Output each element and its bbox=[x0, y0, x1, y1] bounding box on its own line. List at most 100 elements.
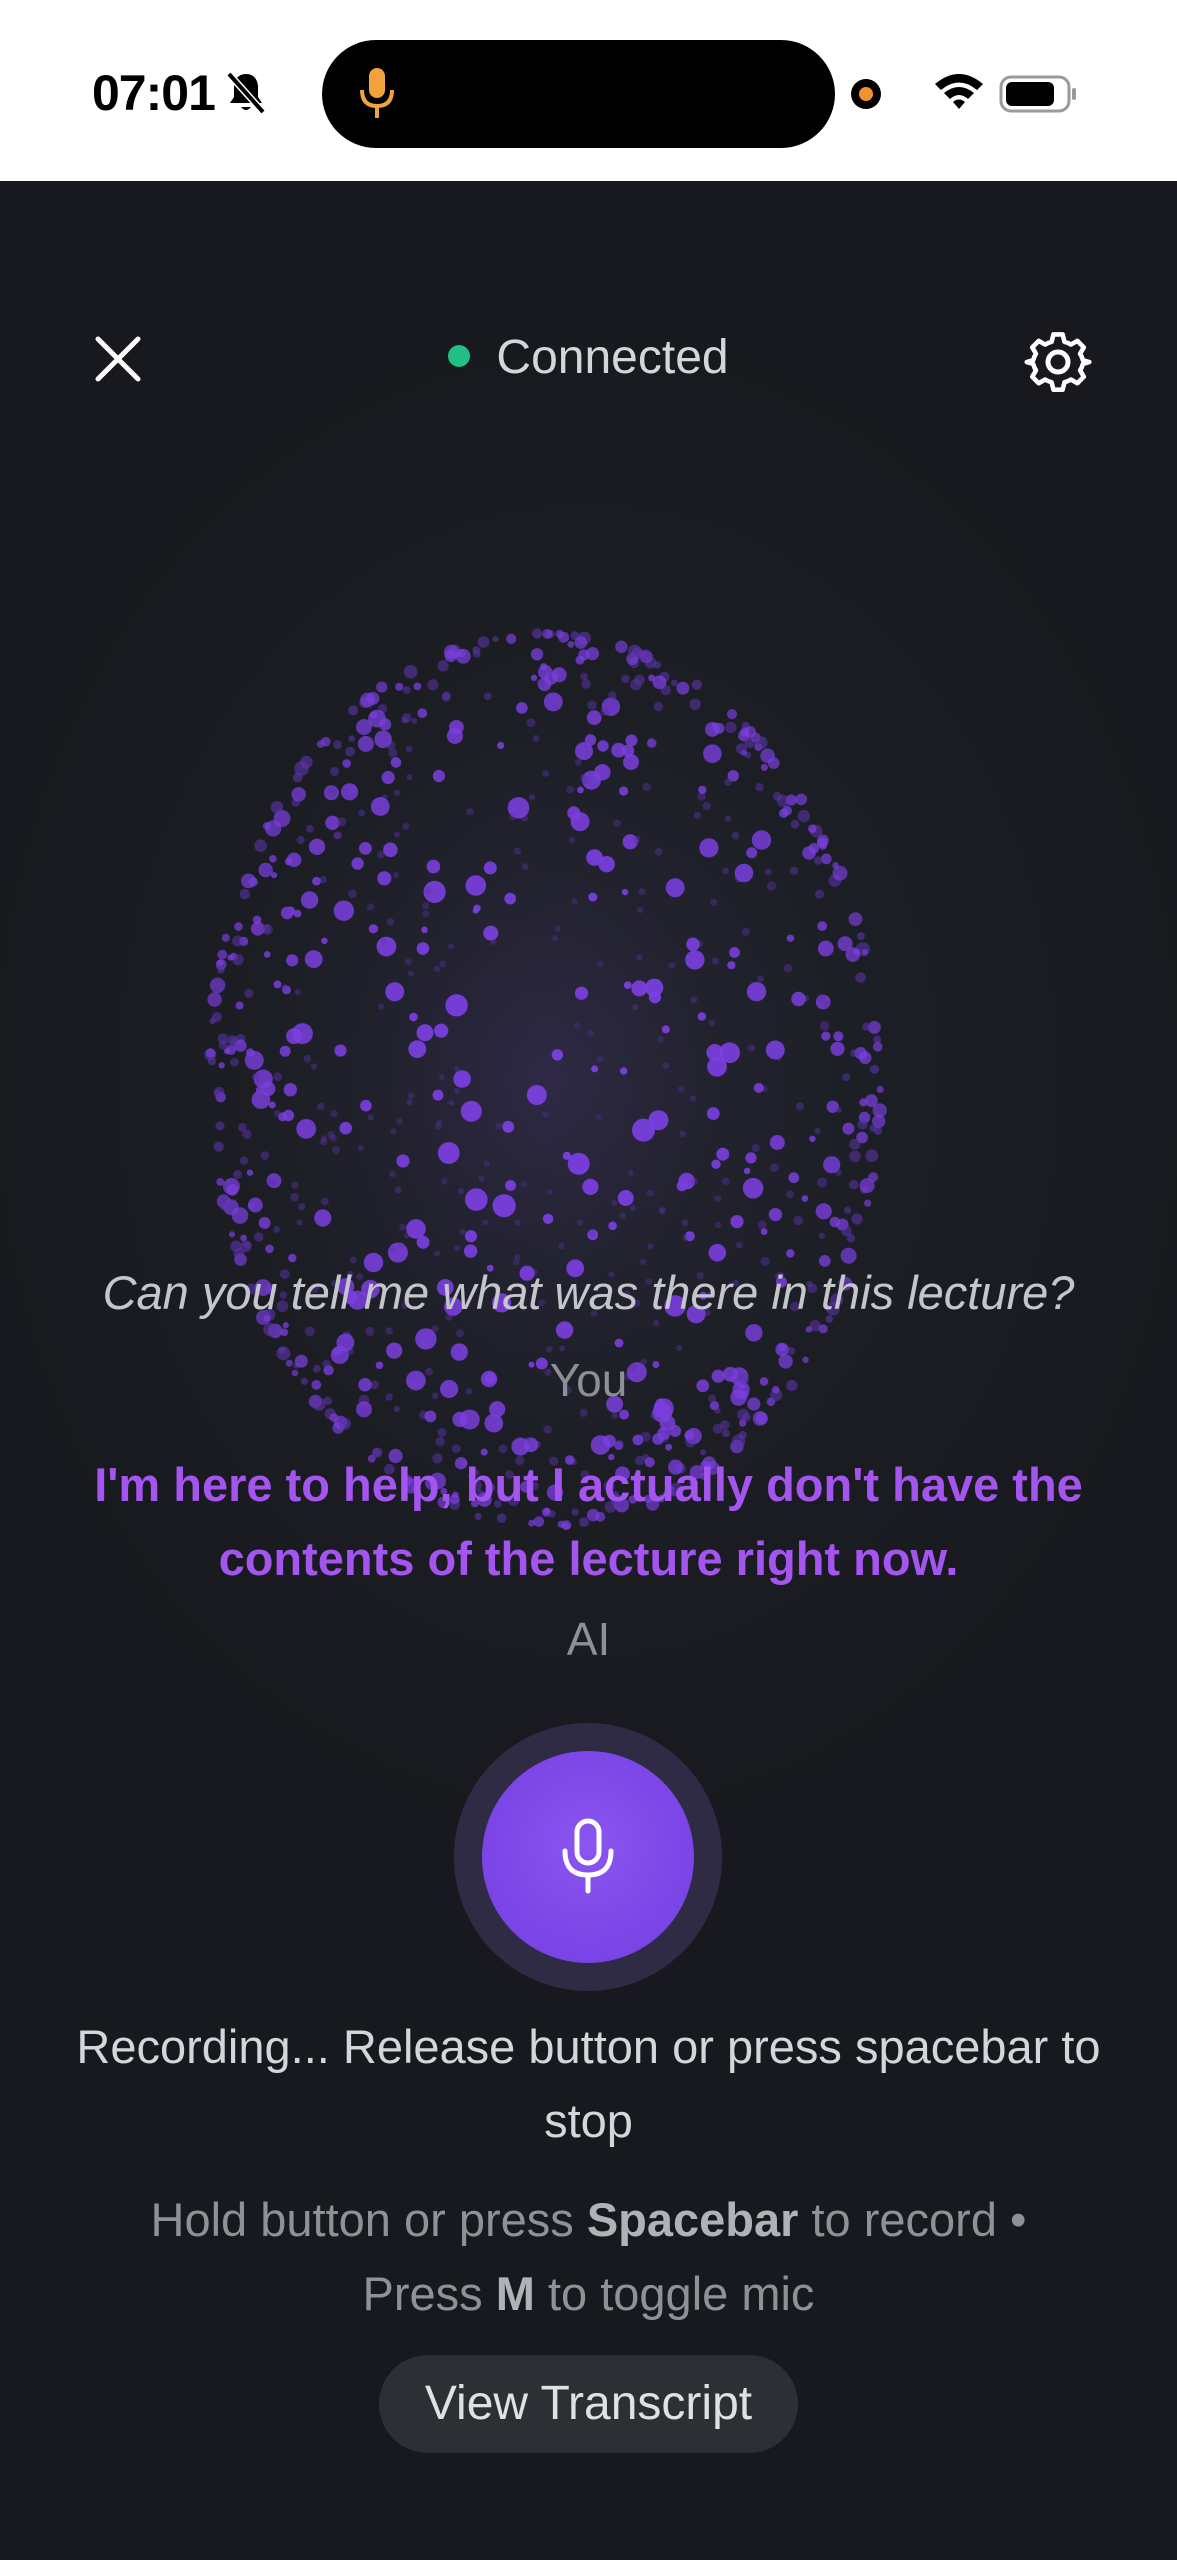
sphere-particle bbox=[722, 1177, 730, 1186]
record-button[interactable] bbox=[482, 1751, 694, 1963]
sphere-particle bbox=[821, 1031, 831, 1041]
sphere-particle bbox=[378, 1003, 385, 1010]
sphere-particle bbox=[849, 1150, 861, 1163]
sphere-particle bbox=[254, 1232, 264, 1242]
sphere-particle bbox=[633, 835, 641, 844]
sphere-particle bbox=[213, 1089, 221, 1097]
sphere-particle bbox=[441, 1178, 448, 1185]
sphere-particle bbox=[653, 661, 661, 669]
sphere-particle bbox=[818, 1232, 825, 1239]
sphere-particle bbox=[542, 770, 549, 777]
sphere-particle bbox=[327, 1131, 335, 1139]
sphere-particle bbox=[837, 936, 853, 952]
sphere-particle bbox=[526, 1085, 547, 1105]
sphere-particle bbox=[403, 686, 411, 694]
sphere-particle bbox=[579, 1408, 588, 1417]
sphere-particle bbox=[588, 892, 598, 902]
sphere-particle bbox=[619, 1409, 630, 1420]
sphere-particle bbox=[279, 1045, 291, 1057]
sphere-particle bbox=[805, 1326, 813, 1333]
status-time: 07:01 bbox=[92, 65, 216, 121]
sphere-particle bbox=[273, 1226, 280, 1233]
sphere-particle bbox=[855, 972, 866, 983]
sphere-particle bbox=[282, 1322, 289, 1329]
sphere-particle bbox=[506, 633, 517, 644]
sphere-particle bbox=[676, 1344, 683, 1351]
sphere-particle bbox=[385, 982, 405, 1002]
sphere-particle bbox=[558, 1242, 565, 1250]
sphere-particle bbox=[454, 1245, 460, 1252]
sphere-particle bbox=[722, 867, 729, 875]
view-transcript-button[interactable]: View Transcript bbox=[379, 2355, 798, 2453]
sphere-particle bbox=[707, 1056, 727, 1077]
sphere-particle bbox=[234, 922, 243, 931]
connection-status: Connected bbox=[0, 330, 1177, 385]
sphere-particle bbox=[542, 1213, 554, 1224]
sphere-particle bbox=[273, 980, 282, 989]
sphere-particle bbox=[567, 641, 575, 648]
sphere-particle bbox=[808, 824, 817, 833]
sphere-particle bbox=[332, 1146, 340, 1155]
sphere-particle bbox=[244, 988, 254, 998]
sphere-particle bbox=[726, 709, 738, 720]
sphere-particle bbox=[299, 755, 313, 769]
sphere-particle bbox=[652, 675, 667, 690]
sphere-particle bbox=[636, 954, 643, 961]
sphere-particle bbox=[416, 1024, 434, 1042]
sphere-particle bbox=[869, 1064, 880, 1074]
sphere-particle bbox=[398, 1242, 405, 1249]
sphere-particle bbox=[306, 824, 314, 833]
sphere-particle bbox=[233, 1170, 242, 1179]
sphere-particle bbox=[818, 1324, 828, 1334]
sphere-particle bbox=[453, 1070, 471, 1088]
sphere-particle bbox=[405, 745, 413, 753]
sphere-particle bbox=[421, 926, 428, 934]
sphere-particle bbox=[492, 1194, 516, 1218]
sphere-particle bbox=[608, 1221, 617, 1231]
sphere-particle bbox=[221, 933, 230, 942]
sphere-particle bbox=[677, 1085, 685, 1093]
sphere-particle bbox=[396, 1154, 410, 1168]
sphere-particle bbox=[629, 1204, 636, 1212]
sphere-particle bbox=[389, 1170, 396, 1178]
sphere-particle bbox=[567, 1152, 590, 1175]
sphere-particle bbox=[632, 1434, 644, 1446]
sphere-particle bbox=[757, 1220, 767, 1229]
gear-icon[interactable] bbox=[1024, 328, 1092, 396]
sphere-particle bbox=[406, 774, 413, 780]
sphere-particle bbox=[865, 1149, 879, 1163]
sphere-particle bbox=[791, 991, 806, 1007]
sphere-particle bbox=[504, 892, 516, 905]
sphere-particle bbox=[769, 1135, 785, 1150]
sphere-particle bbox=[587, 1030, 594, 1037]
sphere-particle bbox=[776, 794, 789, 807]
sphere-particle bbox=[623, 754, 639, 770]
sphere-particle bbox=[320, 1197, 329, 1206]
sphere-particle bbox=[434, 1023, 449, 1038]
sphere-particle bbox=[647, 1243, 654, 1250]
sphere-particle bbox=[681, 1219, 689, 1227]
sphere-particle bbox=[594, 764, 611, 781]
sphere-particle bbox=[251, 1090, 271, 1109]
sphere-particle bbox=[270, 801, 284, 814]
sphere-particle bbox=[679, 1130, 686, 1138]
sphere-particle bbox=[267, 1177, 278, 1187]
sphere-particle bbox=[342, 759, 351, 768]
sphere-particle bbox=[706, 1107, 720, 1120]
sphere-particle bbox=[211, 1012, 222, 1022]
sphere-particle bbox=[285, 907, 292, 914]
sphere-particle bbox=[657, 1036, 664, 1043]
sphere-particle bbox=[876, 1085, 884, 1094]
sphere-particle bbox=[760, 763, 768, 771]
sphere-particle bbox=[483, 925, 499, 941]
sphere-particle bbox=[213, 1141, 224, 1152]
sphere-particle bbox=[690, 1177, 698, 1185]
sphere-particle bbox=[520, 1181, 527, 1188]
sphere-particle bbox=[296, 1219, 303, 1226]
sphere-particle bbox=[408, 1040, 427, 1058]
sphere-particle bbox=[566, 785, 574, 794]
sphere-particle bbox=[753, 1082, 764, 1093]
sphere-particle bbox=[760, 1228, 768, 1235]
sphere-particle bbox=[746, 847, 758, 859]
sphere-particle bbox=[366, 691, 380, 705]
